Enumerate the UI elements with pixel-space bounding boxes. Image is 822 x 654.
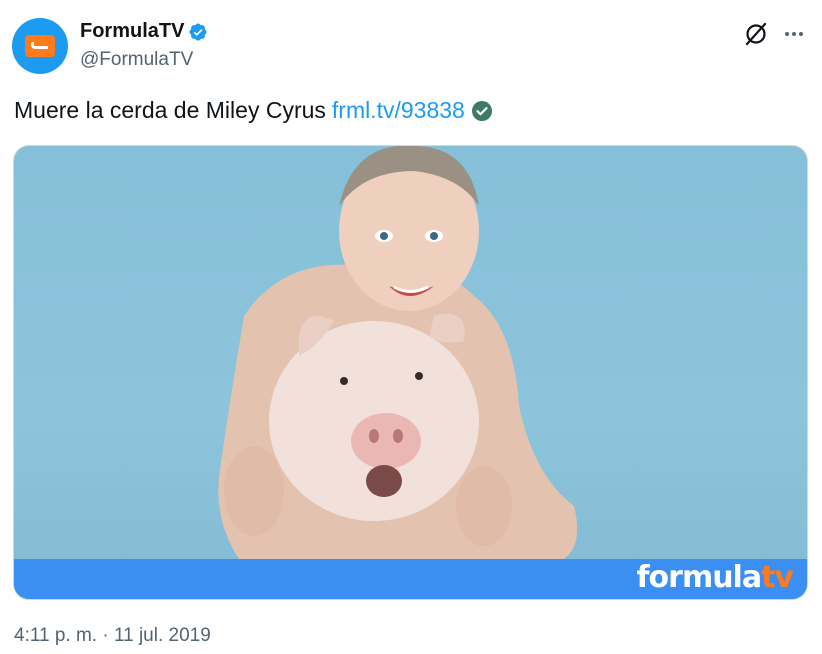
formulatv-logo-icon — [25, 35, 55, 57]
timestamp[interactable]: 4:11 p. m. · 11 jul. 2019 — [14, 625, 211, 647]
tweet-text: Muere la cerda de Miley Cyrus frml.tv/93… — [14, 97, 493, 124]
verified-badge-icon — [189, 22, 207, 41]
tweet-body: Muere la cerda de Miley Cyrus — [14, 97, 326, 123]
grok-icon[interactable] — [742, 20, 770, 48]
handle[interactable]: @FormulaTV — [80, 49, 193, 71]
author-name-row: FormulaTV — [80, 20, 208, 43]
avatar[interactable] — [12, 18, 68, 74]
formulatv-watermark: formulatv — [636, 560, 794, 595]
more-icon[interactable] — [780, 20, 808, 48]
display-name[interactable]: FormulaTV — [80, 20, 184, 43]
tweet-photo[interactable]: formulatv — [13, 145, 808, 600]
photo-content — [218, 146, 578, 566]
check-circle-icon — [471, 100, 492, 121]
tweet-link[interactable]: frml.tv/93838 — [332, 97, 465, 124]
